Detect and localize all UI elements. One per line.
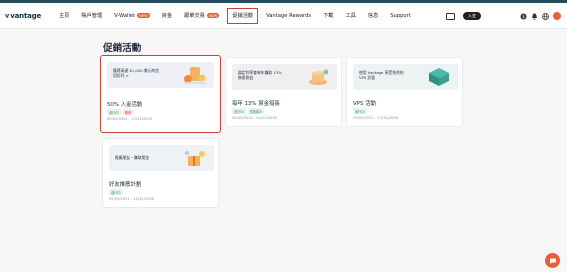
status-tag: 進行中 (109, 189, 123, 195)
card-tags: 進行中 獲得 (107, 109, 135, 115)
page-title: 促銷活動 (103, 43, 142, 54)
nav-v-wallet[interactable]: V-Wallet NEW (108, 3, 156, 29)
nav-copy-trading-label: 跟單交易 (184, 13, 205, 19)
nav-download[interactable]: 下載 (317, 3, 339, 29)
promo-banner: 鎖定利率會每年賺取 13% 無限收益 (232, 64, 337, 90)
banner-text: 使用 Vantage 享受免費的 VPS 託管 (359, 70, 404, 80)
chat-icon (549, 258, 556, 264)
banner-text: 鎖定利率會每年賺取 13% 無限收益 (238, 70, 282, 80)
deposit-button[interactable]: 入金 (463, 12, 481, 20)
card-title: VPS 活動 (353, 101, 376, 107)
promo-card-deposit-bonus[interactable]: 獲得高達 $1,000 美元的信用紅利 > 50% 入金活動 進行中 獲得 05… (100, 55, 221, 133)
coin-stack-illustration-icon (309, 69, 329, 85)
status-tag: 獲得 (122, 109, 133, 115)
banner-text: 推薦朋友・賺取獎金 (115, 155, 150, 160)
card-title: 每年 13% 賞金措長 (232, 101, 280, 107)
promo-banner: 獲得高達 $1,000 美元的信用紅利 > (107, 62, 214, 88)
nav-vantage-rewards[interactable]: Vantage Rewards (260, 3, 317, 29)
nav-support-label: Support (390, 12, 411, 19)
nav-download-label: 下載 (323, 13, 334, 19)
vantage-logo[interactable]: vantage (5, 10, 41, 22)
status-tag: 進行中 (353, 108, 367, 114)
globe-icon[interactable] (542, 12, 549, 20)
card-date: 05/05/2021 - 12/31/2030 (353, 116, 399, 120)
promo-card-vps[interactable]: 使用 Vantage 享受免費的 VPS 託管 VPS 活動 進行中 05/05… (346, 57, 463, 127)
promo-card-referral[interactable]: 推薦朋友・賺取獎金 好友推薦計劃 進行中 05/09/2021 - 12/31/… (102, 138, 219, 208)
new-badge: NEW (206, 13, 220, 18)
live-chat-button[interactable] (545, 253, 560, 268)
nav-account-management[interactable]: 賬戶管理 (75, 3, 108, 29)
nav-funds[interactable]: 資金 (156, 3, 178, 29)
nav-support[interactable]: Support (384, 3, 417, 29)
brand-name: vantage (10, 11, 41, 20)
wallet-icon[interactable]: $ (520, 13, 527, 20)
nav-v-wallet-label: V-Wallet (114, 12, 136, 19)
nav-tools[interactable]: 工具 (339, 3, 361, 29)
card-title: 好友推薦計劃 (109, 182, 142, 188)
status-tag: 進行中 (107, 109, 121, 115)
main-menu: 主頁 賬戶管理 V-Wallet NEW 資金 跟單交易 NEW 促銷活動 Vant… (53, 3, 417, 29)
nav-home[interactable]: 主頁 (53, 3, 75, 29)
card-title: 50% 入金活動 (107, 102, 143, 108)
nav-messages-label: 信息 (367, 13, 379, 19)
coins-illustration-icon (184, 67, 206, 84)
new-badge: NEW (137, 13, 150, 18)
status-tag: 僅限客戶 (247, 108, 265, 114)
nav-messages[interactable]: 信息 (362, 3, 384, 29)
promo-card-annual-yield[interactable]: 鎖定利率會每年賺取 13% 無限收益 每年 13% 賞金措長 進行中 僅限客戶 … (225, 57, 342, 127)
bell-icon[interactable] (531, 13, 538, 20)
promo-banner: 推薦朋友・賺取獎金 (109, 145, 214, 171)
nav-account-management-label: 賬戶管理 (81, 13, 103, 19)
card-date: 05/09/2021 - 12/31/2030 (109, 197, 155, 201)
nav-funds-label: 資金 (161, 13, 173, 19)
card-tags: 進行中 (353, 108, 369, 114)
nav-vantage-rewards-label: Vantage Rewards (266, 12, 312, 19)
server-illustration-icon (429, 68, 449, 86)
gift-coins-illustration-icon (185, 151, 205, 166)
nav-promotions-label: 促銷活動 (232, 13, 254, 19)
nav-copy-trading[interactable]: 跟單交易 NEW (178, 3, 225, 29)
card-date: 05/05/2021 - 12/31/2030 (107, 117, 153, 121)
nav-tools-label: 工具 (345, 13, 356, 19)
logo-mark-icon (5, 13, 10, 18)
nav-home-label: 主頁 (59, 13, 70, 19)
card-tags: 進行中 僅限客戶 (232, 108, 266, 114)
promo-banner: 使用 Vantage 享受免費的 VPS 託管 (353, 64, 458, 90)
nav-promotions[interactable]: 促銷活動 (227, 7, 259, 24)
svg-text:$: $ (522, 14, 525, 19)
gift-icon[interactable] (446, 12, 455, 20)
status-tag: 進行中 (232, 108, 246, 114)
header-actions: 入金 $ (446, 3, 561, 29)
banner-text: 獲得高達 $1,000 美元的信用紅利 > (113, 68, 160, 78)
user-avatar[interactable] (553, 12, 561, 20)
card-tags: 進行中 (109, 189, 125, 195)
card-date: 05/05/2024 - 01/01/2030 (232, 116, 278, 120)
